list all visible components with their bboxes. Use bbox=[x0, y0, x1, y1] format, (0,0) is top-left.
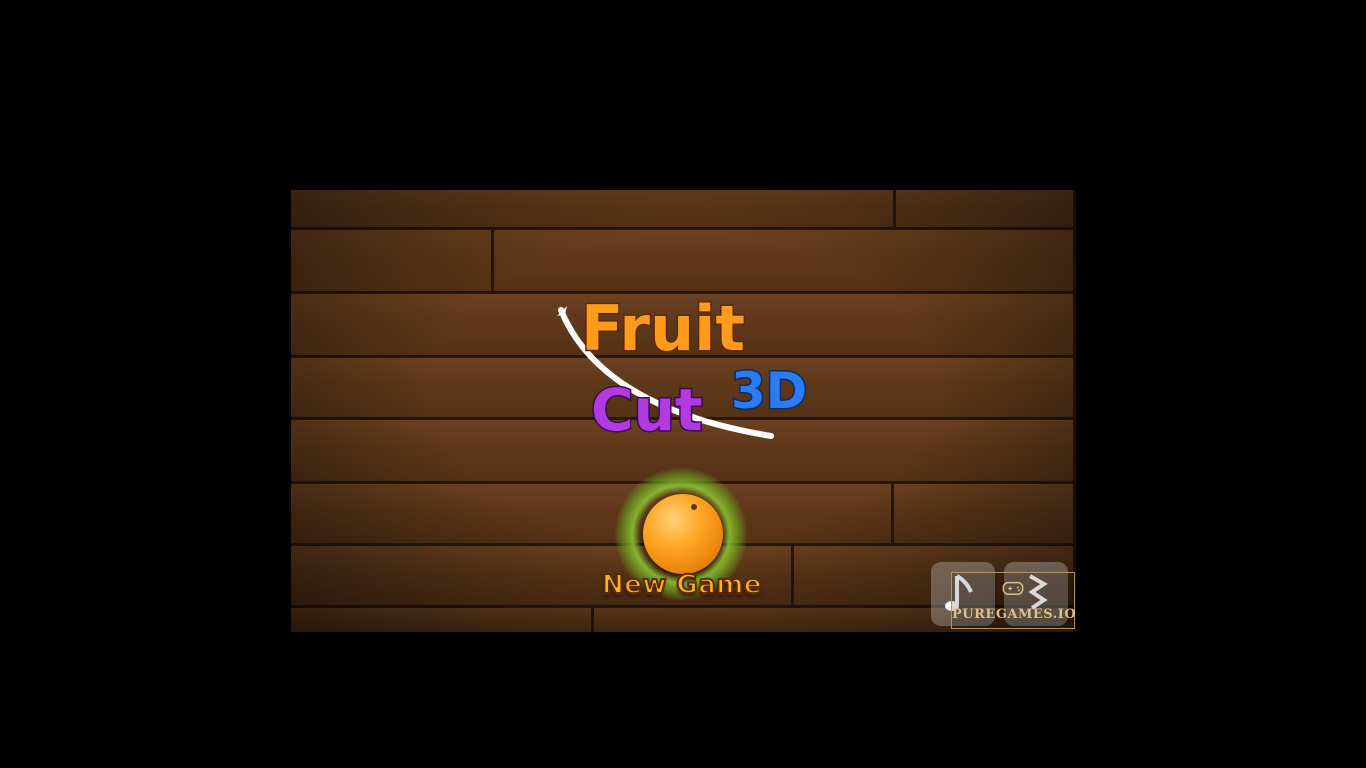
game-logo-art: Fruit Cut 3D bbox=[557, 291, 809, 446]
wood-plank bbox=[291, 608, 594, 632]
wood-plank bbox=[894, 484, 1076, 546]
wood-plank bbox=[291, 484, 894, 546]
logo-word-fruit: Fruit bbox=[581, 292, 745, 365]
game-viewport: Fruit Cut 3D New Game bbox=[291, 190, 1076, 632]
new-game-label: New Game bbox=[601, 569, 763, 601]
orange-stem bbox=[691, 504, 697, 510]
wood-plank bbox=[291, 190, 896, 230]
new-game-button[interactable]: New Game bbox=[601, 468, 763, 618]
wood-plank bbox=[896, 190, 1076, 230]
logo-word-cut: Cut bbox=[591, 376, 703, 444]
watermark-text: PUREGAMES.IO bbox=[952, 607, 1077, 622]
wood-plank bbox=[291, 230, 494, 294]
game-logo: Fruit Cut 3D bbox=[557, 258, 831, 448]
orange-fruit-icon bbox=[643, 494, 723, 574]
logo-word-3d: 3D bbox=[731, 362, 807, 420]
watermark: PUREGAMES.IO bbox=[951, 572, 1077, 629]
